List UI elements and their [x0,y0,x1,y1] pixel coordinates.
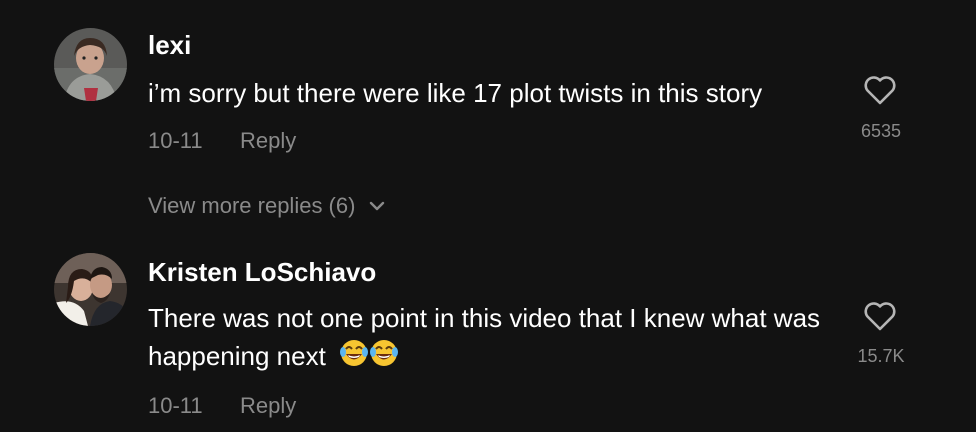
heart-outline-icon [864,76,896,105]
reply-button[interactable]: Reply [240,128,296,154]
comment-text-body: There was not one point in this video th… [148,303,821,371]
comment-date: 10-11 [148,393,203,418]
chevron-down-icon [370,201,385,211]
comment-text: There was not one point in this video th… [148,299,838,378]
avatar-kristen-loschiavo[interactable] [54,253,127,326]
like-button[interactable] [863,300,897,332]
laughing-crying-emoji-icon [339,338,399,378]
comment-text: i’m sorry but there were like 17 plot tw… [148,78,763,108]
user-avatar-photo-icon [54,28,127,101]
like-button[interactable] [863,74,897,106]
comment-username[interactable]: lexi [148,30,191,61]
comment-date: 10-11 [148,128,203,153]
avatar-lexi[interactable] [54,28,127,101]
reply-button[interactable]: Reply [240,393,296,419]
view-more-replies-button[interactable]: View more replies (6) [148,193,385,219]
like-count: 6535 [860,121,902,141]
comment-username[interactable]: Kristen LoSchiavo [148,257,376,288]
user-avatar-photo-icon [54,253,127,326]
view-more-label: View more replies (6) [148,193,356,218]
heart-outline-icon [864,302,896,331]
like-count: 15.7K [857,346,905,366]
